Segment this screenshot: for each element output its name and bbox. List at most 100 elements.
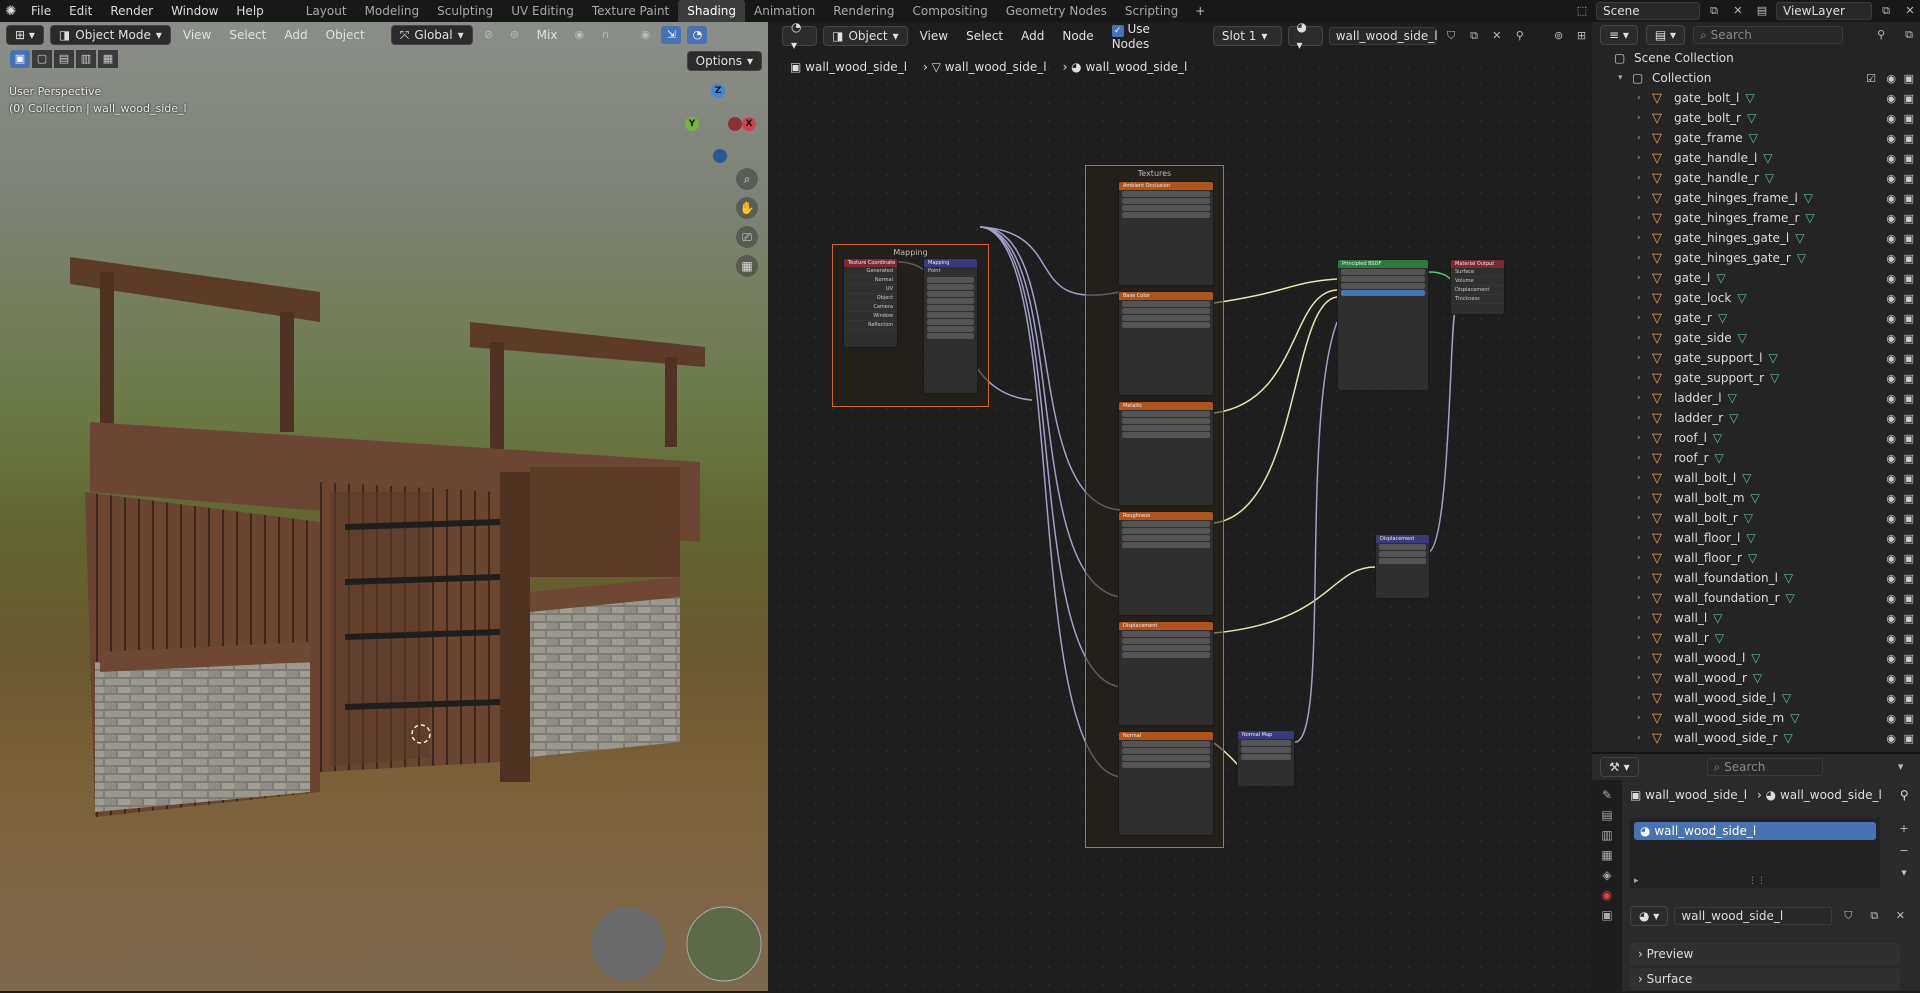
normal-map-field[interactable] — [1241, 740, 1291, 746]
camera-icon[interactable]: ▣ — [1904, 432, 1914, 445]
preview-panel[interactable]: › Preview — [1630, 943, 1900, 965]
menu-edit[interactable]: Edit — [60, 0, 101, 22]
eye-icon[interactable]: ◉ — [1886, 432, 1896, 445]
eye-icon[interactable]: ◉ — [1886, 232, 1896, 245]
eye-icon[interactable]: ◉ — [1886, 592, 1896, 605]
tex-field[interactable] — [1122, 198, 1210, 204]
camera-icon[interactable]: ▣ — [1904, 512, 1914, 525]
expand-arrow-icon[interactable]: › — [1637, 353, 1641, 363]
mesh-data-icon[interactable]: ▽ — [1728, 391, 1737, 405]
mesh-data-icon[interactable]: ▽ — [1715, 631, 1724, 645]
eye-icon[interactable]: ◉ — [1886, 332, 1896, 345]
mapping-field[interactable] — [927, 298, 974, 304]
tex-field[interactable] — [1122, 631, 1210, 637]
tex-field[interactable] — [1122, 755, 1210, 761]
camera-icon[interactable]: ▣ — [1904, 312, 1914, 325]
outliner-row[interactable]: › ▽ gate_lock ▽ ◉ ▣ — [1592, 288, 1920, 308]
tab-geometry-nodes[interactable]: Geometry Nodes — [997, 0, 1116, 22]
eye-icon[interactable]: ◉ — [1886, 292, 1896, 305]
mesh-data-icon[interactable]: ▽ — [1749, 131, 1758, 145]
displacement-field[interactable] — [1379, 558, 1426, 564]
mesh-data-icon[interactable]: ▽ — [1804, 191, 1813, 205]
filter-icon[interactable]: ⚲ — [1871, 26, 1891, 44]
mesh-data-icon[interactable]: ▽ — [1715, 451, 1724, 465]
blender-logo-icon[interactable]: ✺ — [0, 4, 22, 19]
collection-row[interactable]: ▾ ▢ Collection ☑ ◉ ▣ — [1592, 68, 1920, 88]
eye-icon[interactable]: ◉ — [1886, 272, 1896, 285]
scene-icon[interactable]: ⬚ — [1572, 2, 1592, 20]
eye-icon[interactable]: ◉ — [1886, 552, 1896, 565]
tex-field[interactable] — [1122, 652, 1210, 658]
mesh-data-icon[interactable]: ▽ — [1748, 551, 1757, 565]
camera-icon[interactable]: ▣ — [1904, 172, 1914, 185]
mesh-data-icon[interactable]: ▽ — [1782, 691, 1791, 705]
tex-field[interactable] — [1122, 212, 1210, 218]
tex-field[interactable] — [1122, 418, 1210, 424]
expand-arrow-icon[interactable]: › — [1637, 273, 1641, 283]
tab-uv-editing[interactable]: UV Editing — [502, 0, 583, 22]
outliner-row[interactable]: › ▽ gate_handle_l ▽ ◉ ▣ — [1592, 148, 1920, 168]
eye-icon[interactable]: ◉ — [1886, 172, 1896, 185]
mesh-data-icon[interactable]: ▽ — [1716, 271, 1725, 285]
camera-icon[interactable]: ▣ — [1904, 712, 1914, 725]
expand-arrow-icon[interactable]: › — [1637, 253, 1641, 263]
eye-icon[interactable]: ◉ — [1886, 492, 1896, 505]
matcap-sphere-icon[interactable] — [591, 907, 665, 981]
view-layer-field[interactable]: ViewLayer — [1776, 2, 1872, 20]
node-texture-coordinate[interactable]: Texture Coordinate Generated Normal UV O… — [843, 258, 898, 348]
socket-reflection[interactable]: Reflection — [844, 321, 897, 330]
mesh-data-icon[interactable]: ▽ — [1746, 531, 1755, 545]
eye-icon[interactable]: ◉ — [1886, 352, 1896, 365]
tab-rendering[interactable]: Rendering — [824, 0, 903, 22]
camera-icon[interactable]: ▣ — [1904, 692, 1914, 705]
tex-field[interactable] — [1122, 191, 1210, 197]
collection-expand-icon[interactable]: ▾ — [1618, 73, 1623, 83]
camera-icon[interactable]: ▣ — [1904, 612, 1914, 625]
3d-viewport[interactable]: ⊞ ▾ ◨ Object Mode ▾ View Select Add Objec… — [0, 22, 768, 991]
socket-displacement[interactable]: Displacement — [1451, 286, 1504, 295]
outliner-row[interactable]: › ▽ wall_bolt_r ▽ ◉ ▣ — [1592, 508, 1920, 528]
object-tab-icon[interactable]: ▣ — [1601, 908, 1612, 922]
tex-field[interactable] — [1122, 645, 1210, 651]
bsdf-alpha-field[interactable] — [1341, 290, 1425, 296]
mesh-data-icon[interactable]: ▽ — [1738, 331, 1747, 345]
eye-icon[interactable]: ◉ — [1886, 312, 1896, 325]
expand-arrow-icon[interactable]: › — [1637, 313, 1641, 323]
output-tab-icon[interactable]: ▥ — [1601, 828, 1612, 842]
socket-normal[interactable]: Normal — [844, 276, 897, 285]
camera-icon[interactable]: ▣ — [1904, 112, 1914, 125]
outliner-row[interactable]: › ▽ gate_hinges_frame_l ▽ ◉ ▣ — [1592, 188, 1920, 208]
mesh-data-icon[interactable]: ▽ — [1745, 91, 1754, 105]
expand-arrow-icon[interactable]: › — [1637, 573, 1641, 583]
mesh-data-icon[interactable]: ▽ — [1805, 211, 1814, 225]
tab-scripting[interactable]: Scripting — [1116, 0, 1187, 22]
displacement-field[interactable] — [1379, 551, 1426, 557]
outliner-search-input[interactable]: ⌕ Search — [1693, 26, 1844, 44]
tab-compositing[interactable]: Compositing — [903, 0, 996, 22]
mesh-data-icon[interactable]: ▽ — [1729, 411, 1738, 425]
add-slot-icon[interactable]: + — [1894, 820, 1914, 838]
mapping-field[interactable] — [927, 319, 974, 325]
socket-surface[interactable]: Surface — [1451, 268, 1504, 277]
mesh-data-icon[interactable]: ▽ — [1713, 611, 1722, 625]
eye-icon[interactable]: ◉ — [1886, 692, 1896, 705]
expand-arrow-icon[interactable]: › — [1637, 593, 1641, 603]
expand-arrow-icon[interactable]: › — [1637, 633, 1641, 643]
expand-arrow-icon[interactable]: › — [1637, 233, 1641, 243]
expand-arrow-icon[interactable]: › — [1637, 713, 1641, 723]
outliner-row[interactable]: › ▽ gate_bolt_l ▽ ◉ ▣ — [1592, 88, 1920, 108]
hdri-sphere-icon[interactable] — [686, 906, 762, 982]
bsdf-field[interactable] — [1341, 269, 1425, 275]
tex-field[interactable] — [1122, 425, 1210, 431]
normal-map-field[interactable] — [1241, 754, 1291, 760]
outliner-row[interactable]: › ▽ gate_r ▽ ◉ ▣ — [1592, 308, 1920, 328]
mapping-field[interactable] — [927, 277, 974, 283]
eye-icon[interactable]: ◉ — [1886, 652, 1896, 665]
expand-arrow-icon[interactable]: › — [1637, 213, 1641, 223]
tab-animation[interactable]: Animation — [745, 0, 824, 22]
eye-icon[interactable]: ◉ — [1886, 452, 1896, 465]
camera-icon[interactable]: ▣ — [1904, 572, 1914, 585]
mesh-data-icon[interactable]: ▽ — [1770, 371, 1779, 385]
node-normal-texture[interactable]: Normal — [1118, 731, 1214, 836]
outliner-row[interactable]: › ▽ wall_foundation_r ▽ ◉ ▣ — [1592, 588, 1920, 608]
